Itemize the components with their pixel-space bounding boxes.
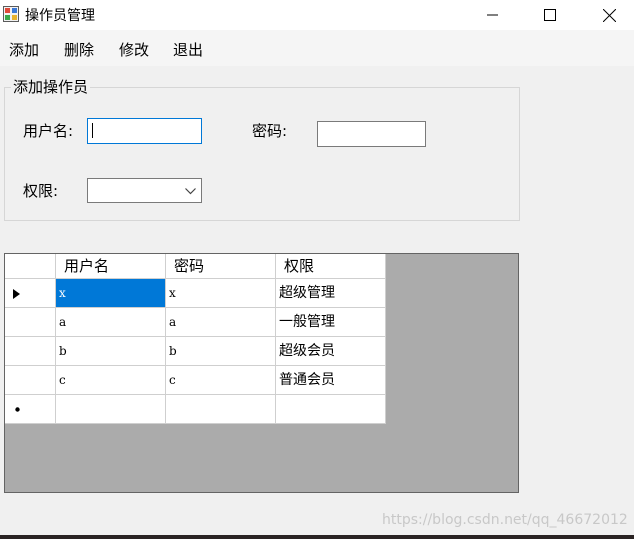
app-form-icon	[3, 6, 19, 22]
table-cell-username[interactable]: b	[56, 337, 166, 366]
watermark: https://blog.csdn.net/qq_46672012	[382, 512, 628, 528]
new-row-header[interactable]	[5, 395, 56, 424]
table-cell-permission[interactable]: 超级管理	[276, 279, 386, 308]
row-header[interactable]	[5, 308, 56, 337]
maximize-button[interactable]	[527, 0, 573, 30]
table-cell-username[interactable]: a	[56, 308, 166, 337]
menu-item-exit[interactable]: 退出	[173, 39, 203, 60]
close-icon	[602, 8, 616, 22]
new-row-asterisk-icon	[15, 407, 20, 412]
table-cell-permission[interactable]: 超级会员	[276, 337, 386, 366]
close-button[interactable]	[586, 0, 632, 30]
new-row-cell[interactable]	[56, 395, 166, 424]
table-cell-username[interactable]: c	[56, 366, 166, 395]
password-input[interactable]	[317, 121, 426, 147]
new-row-cell[interactable]	[166, 395, 276, 424]
chevron-down-icon	[185, 188, 196, 195]
current-row-arrow-icon	[13, 289, 20, 299]
maximize-icon	[544, 9, 556, 21]
row-header[interactable]	[5, 279, 56, 308]
table-cell-permission[interactable]: 一般管理	[276, 308, 386, 337]
column-header-password[interactable]: 密码	[166, 254, 276, 279]
row-header[interactable]	[5, 337, 56, 366]
permission-label: 权限:	[23, 182, 59, 200]
table-cell-username[interactable]: x	[56, 279, 166, 308]
operator-grid[interactable]: 用户名 密码 权限 x x 超级管理 a a 一般管理 b b 超级会员 c c…	[4, 253, 519, 493]
menu-item-delete[interactable]: 删除	[64, 39, 94, 60]
username-label: 用户名:	[23, 122, 74, 140]
permission-select[interactable]	[87, 178, 202, 203]
table-cell-password[interactable]: x	[166, 279, 276, 308]
add-operator-group	[4, 87, 520, 221]
window-title: 操作员管理	[25, 8, 95, 24]
username-input[interactable]	[87, 118, 202, 144]
table-cell-password[interactable]: b	[166, 337, 276, 366]
minimize-button[interactable]	[470, 0, 516, 30]
group-title: 添加操作员	[11, 76, 91, 97]
column-header-username[interactable]: 用户名	[56, 254, 166, 279]
text-caret	[92, 123, 93, 138]
menu-item-add[interactable]: 添加	[9, 39, 39, 60]
menu-bar: 添加 删除 修改 退出	[0, 30, 634, 66]
table-cell-password[interactable]: c	[166, 366, 276, 395]
corner-header	[5, 254, 56, 279]
table-cell-password[interactable]: a	[166, 308, 276, 337]
minimize-icon	[487, 14, 498, 16]
menu-item-modify[interactable]: 修改	[119, 39, 149, 60]
table-cell-permission[interactable]: 普通会员	[276, 366, 386, 395]
column-header-permission[interactable]: 权限	[276, 254, 386, 279]
title-bar: 操作员管理	[0, 0, 634, 30]
desktop-edge	[0, 535, 634, 539]
row-header[interactable]	[5, 366, 56, 395]
new-row-cell[interactable]	[276, 395, 386, 424]
password-label: 密码:	[252, 122, 288, 140]
